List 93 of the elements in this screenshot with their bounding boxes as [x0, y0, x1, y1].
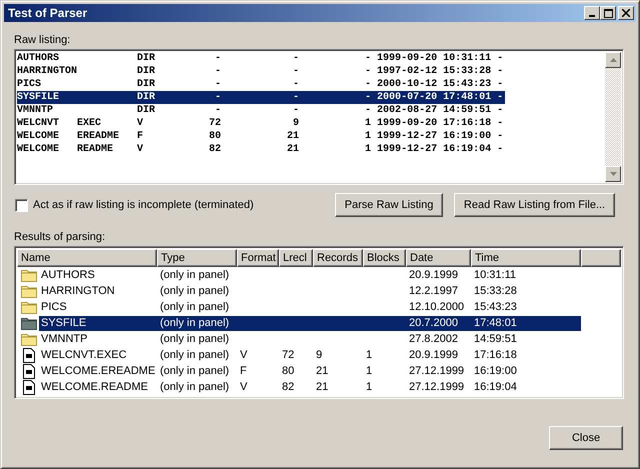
- table-cell-text: HARRINGTON: [40, 284, 116, 298]
- table-cell-text: 17:48:01: [473, 317, 518, 329]
- table-cell-text: 21: [315, 365, 330, 377]
- document-icon: [22, 380, 34, 394]
- close-icon: [622, 9, 630, 17]
- folder-icon: [20, 268, 36, 282]
- table-cell-text: 1: [365, 349, 374, 361]
- scrollbar[interactable]: [605, 52, 621, 182]
- table-cell-text: (only in panel): [159, 301, 230, 313]
- maximize-icon: [604, 8, 612, 18]
- minimize-button[interactable]: [584, 6, 600, 20]
- read-file-button[interactable]: Read Raw Listing from File...: [454, 193, 615, 217]
- table-cell-text: V: [239, 381, 248, 393]
- listing-line[interactable]: VMNNTP DIR - - - 2002-08-27 14:59:51 -: [17, 104, 506, 117]
- scroll-up-icon[interactable]: [610, 58, 616, 62]
- table-cell-text: 27.12.1999: [408, 365, 466, 377]
- document-icon: [22, 348, 34, 362]
- listing-line[interactable]: HARRINGTON DIR - - - 1997-02-12 15:33:28 -: [17, 65, 506, 78]
- table-cell-text: WELCOME.README: [40, 380, 149, 394]
- table-cell-text: 12.2.1997: [408, 285, 459, 297]
- column-header[interactable]: Name: [17, 249, 157, 267]
- table-cell-text: (only in panel): [159, 269, 230, 281]
- table-cell-text: 10:31:11: [473, 269, 518, 281]
- table-cell-text: 9: [315, 349, 324, 361]
- result-row[interactable]: WELCNVT.EXEC (only in panel) V 72 9 1 20.9.1999 17:16:18: [39, 348, 581, 362]
- column-header[interactable]: Time: [471, 249, 581, 267]
- document-icon: [22, 364, 34, 378]
- folder-icon: [20, 300, 36, 314]
- table-cell-text: 27.8.2002: [408, 333, 459, 345]
- table-cell-text: 72: [281, 349, 296, 361]
- checkbox-label[interactable]: Act as if raw listing is incomplete (terminated): [33, 199, 254, 211]
- raw-listing-box[interactable]: [14, 49, 624, 185]
- column-header[interactable]: Type: [157, 249, 237, 267]
- column-header[interactable]: Lrecl: [279, 249, 313, 267]
- table-cell-text: 82: [281, 381, 296, 393]
- table-cell-text: AUTHORS: [40, 268, 96, 282]
- folder-icon: [20, 332, 36, 346]
- table-cell-text: WELCOME.EREADME: [40, 364, 156, 378]
- folder-icon: [20, 316, 36, 330]
- result-row[interactable]: HARRINGTON (only in panel) 12.2.1997 15:33:28: [39, 284, 581, 298]
- window-title: Test of Parser: [8, 6, 88, 20]
- table-cell-text: 21: [315, 381, 330, 393]
- table-cell-text: 80: [281, 365, 296, 377]
- table-cell-text: 20.7.2000: [408, 317, 459, 329]
- listing-line[interactable]: WELCNVT EXEC V 72 9 1 1999-09-20 17:16:18 -: [17, 117, 506, 130]
- table-cell-text: (only in panel): [159, 381, 230, 393]
- column-header[interactable]: Blocks: [363, 249, 406, 267]
- close-button[interactable]: [618, 6, 634, 20]
- table-cell-text: F: [239, 365, 248, 377]
- results-list[interactable]: [14, 246, 624, 399]
- section-label: Results of parsing:: [14, 231, 106, 243]
- table-cell-text: 12.10.2000: [408, 301, 466, 313]
- result-row[interactable]: AUTHORS (only in panel) 20.9.1999 10:31:11: [39, 268, 581, 282]
- result-row[interactable]: PICS (only in panel) 12.10.2000 15:43:23: [39, 300, 581, 314]
- folder-icon: [20, 284, 36, 298]
- listing-line[interactable]: AUTHORS DIR - - - 1999-09-20 10:31:11 -: [17, 52, 506, 65]
- table-cell-text: 16:19:00: [473, 365, 518, 377]
- table-cell-text: (only in panel): [159, 285, 230, 297]
- table-cell-text: 14:59:51: [473, 333, 518, 345]
- column-header[interactable]: Date: [406, 249, 471, 267]
- table-cell-text: VMNNTP: [40, 332, 88, 346]
- table-cell-text: 15:33:28: [473, 285, 518, 297]
- maximize-button[interactable]: [600, 6, 616, 20]
- result-row[interactable]: WELCOME.README (only in panel) V 82 21 1 27.12.1999 16:19:04: [39, 380, 581, 394]
- section-label: Raw listing:: [14, 34, 72, 46]
- table-cell-text: (only in panel): [159, 349, 230, 361]
- result-row[interactable]: WELCOME.EREADME (only in panel) F 80 21 1 27.12.1999 16:19:00: [39, 364, 581, 378]
- result-row[interactable]: SYSFILE (only in panel) 20.7.2000 17:48:01: [39, 316, 581, 330]
- checkbox[interactable]: [15, 198, 28, 212]
- result-row[interactable]: VMNNTP (only in panel) 27.8.2002 14:59:51: [39, 332, 581, 346]
- table-cell-text: (only in panel): [159, 317, 230, 329]
- table-cell-text: 1: [365, 365, 374, 377]
- table-cell-text: 1: [365, 381, 374, 393]
- scroll-down-icon[interactable]: [610, 172, 616, 176]
- column-header[interactable]: Records: [313, 249, 363, 267]
- table-cell-text: 16:19:04: [473, 381, 518, 393]
- table-cell-text: PICS: [40, 300, 68, 314]
- table-cell-text: 17:16:18: [473, 349, 518, 361]
- table-cell-text: WELCNVT.EXEC: [40, 348, 128, 362]
- table-cell-text: V: [239, 349, 248, 361]
- listing-line[interactable]: WELCOME EREADME F 80 21 1 1999-12-27 16:19:00 -: [17, 130, 506, 143]
- listing-line[interactable]: WELCOME README V 82 21 1 1999-12-27 16:19:04 -: [17, 143, 506, 156]
- table-cell-text: 27.12.1999: [408, 381, 466, 393]
- parse-button[interactable]: Parse Raw Listing: [335, 193, 443, 217]
- table-cell-text: (only in panel): [159, 333, 230, 345]
- table-cell-text: (only in panel): [159, 365, 230, 377]
- column-header[interactable]: [581, 249, 621, 267]
- column-header[interactable]: Format: [237, 249, 279, 267]
- table-cell-text: 20.9.1999: [408, 349, 459, 361]
- table-cell-text: 20.9.1999: [408, 269, 459, 281]
- listing-line[interactable]: PICS DIR - - - 2000-10-12 15:43:23 -: [17, 78, 506, 91]
- close-dialog-button[interactable]: Close: [549, 426, 623, 450]
- table-cell-text: 15:43:23: [473, 301, 518, 313]
